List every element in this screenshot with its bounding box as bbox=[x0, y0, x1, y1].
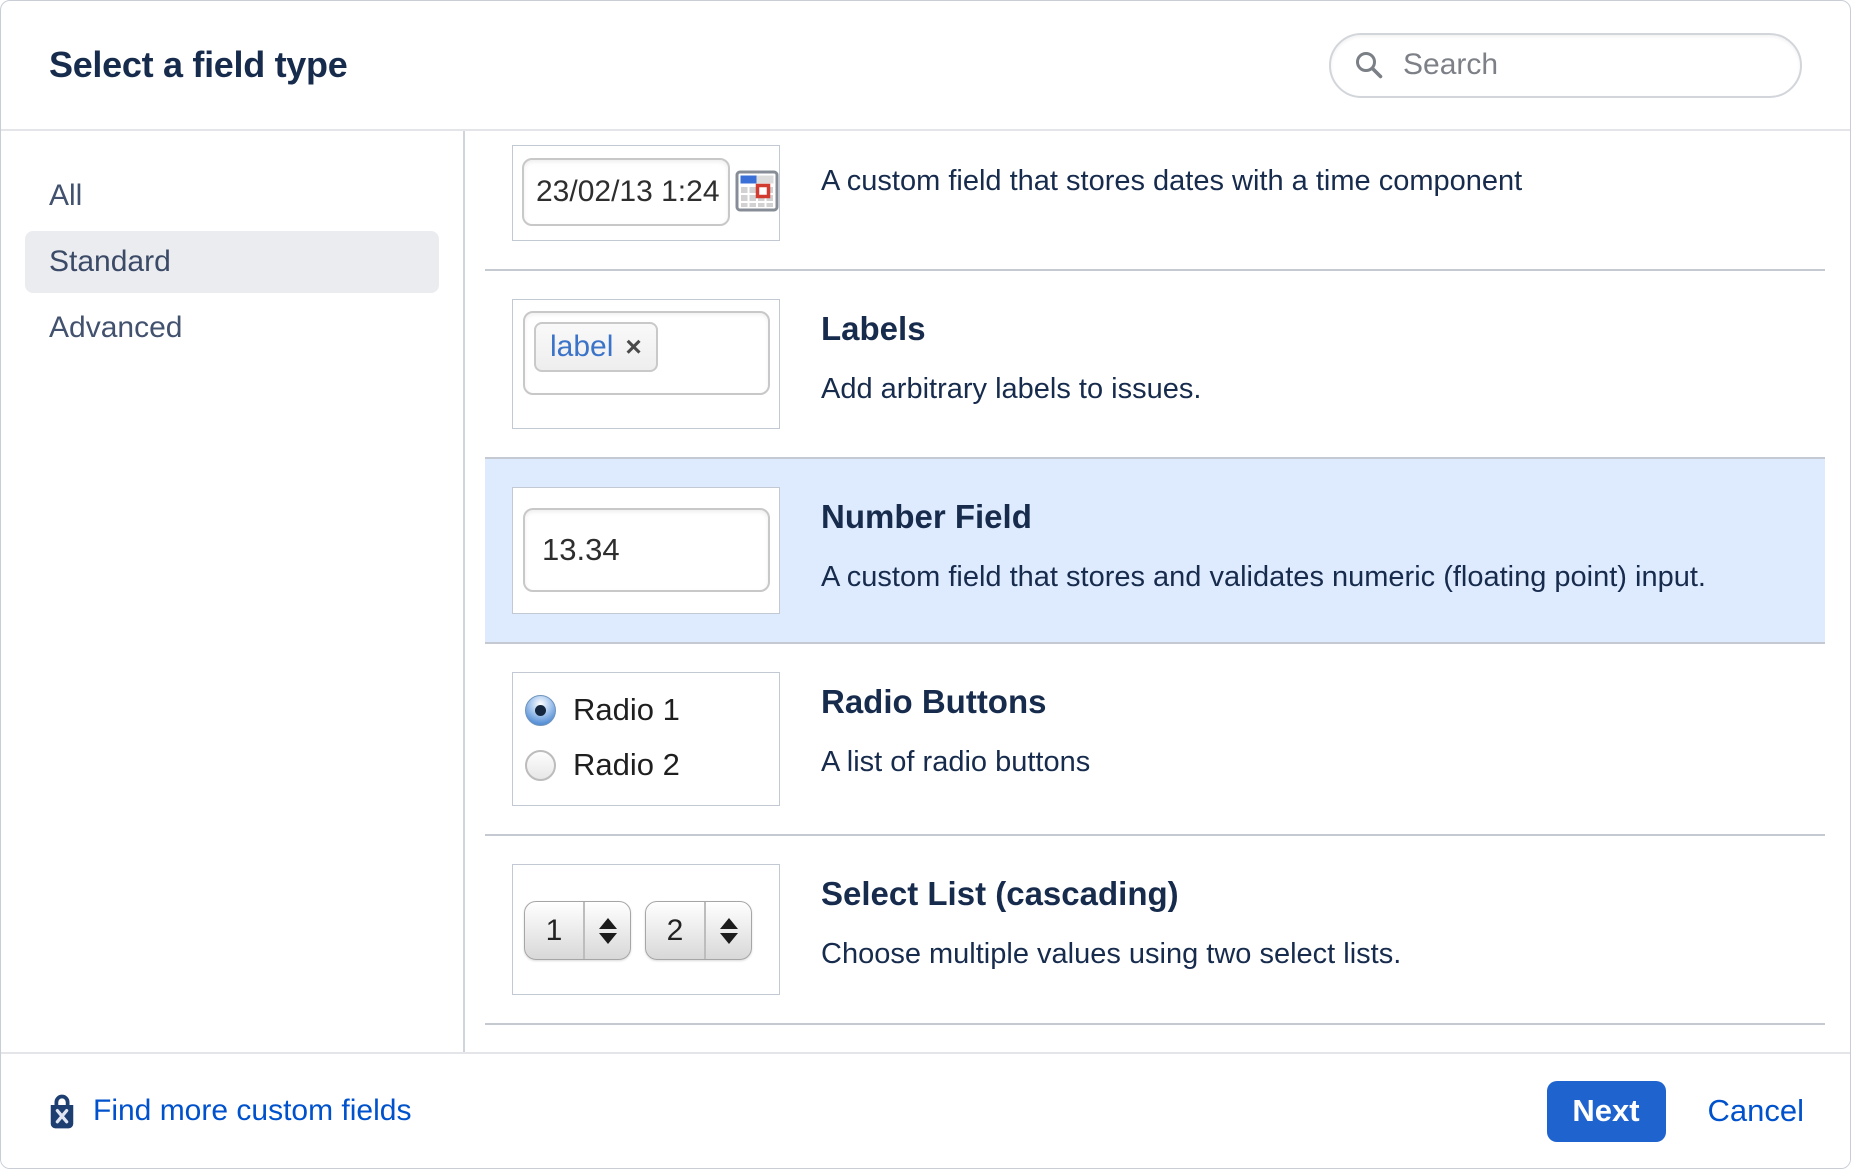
radio-unselected-icon bbox=[525, 750, 556, 781]
sidebar-item-standard[interactable]: Standard bbox=[25, 231, 439, 293]
dialog-footer: Find more custom fields Next Cancel bbox=[1, 1052, 1850, 1168]
sidebar-item-label: Advanced bbox=[49, 311, 182, 345]
field-type-description: A custom field that stores and validates… bbox=[821, 555, 1706, 599]
field-type-title: Labels bbox=[821, 309, 1201, 349]
field-type-description: Add arbitrary labels to issues. bbox=[821, 367, 1201, 411]
dialog-header: Select a field type bbox=[1, 1, 1850, 131]
field-type-row-multi-select[interactable]: Option 1 Select List (multiple choices) bbox=[485, 1023, 1825, 1052]
find-more-custom-fields-link[interactable]: Find more custom fields bbox=[47, 1093, 411, 1130]
field-type-text: Radio Buttons A list of radio buttons bbox=[821, 672, 1090, 806]
field-type-description: A custom field that stores dates with a … bbox=[821, 159, 1522, 203]
select-field-type-dialog: Select a field type All Standard Advance… bbox=[0, 0, 1851, 1169]
stepper-arrows-icon bbox=[585, 902, 630, 959]
radio-option-row: Radio 2 bbox=[525, 740, 779, 790]
radio-option-row: Radio 1 bbox=[525, 685, 779, 735]
find-more-label: Find more custom fields bbox=[93, 1094, 411, 1128]
preview-column: 1 2 bbox=[512, 864, 780, 995]
search-icon bbox=[1353, 49, 1385, 81]
stepper-value: 1 bbox=[525, 902, 583, 959]
stepper-arrows-icon bbox=[706, 902, 751, 959]
radio-option-label: Radio 2 bbox=[573, 747, 680, 783]
field-type-title: Select List (cascading) bbox=[821, 874, 1401, 914]
number-preview: 13.34 bbox=[512, 487, 780, 614]
sidebar-item-label: Standard bbox=[49, 245, 171, 279]
category-sidebar: All Standard Advanced bbox=[1, 131, 465, 1052]
field-type-list: 23/02/13 1:24 bbox=[465, 131, 1850, 1052]
radio-selected-icon bbox=[525, 695, 556, 726]
field-type-text: Number Field A custom field that stores … bbox=[821, 487, 1706, 614]
preview-column: Radio 1 Radio 2 bbox=[512, 672, 780, 806]
search-box[interactable] bbox=[1329, 33, 1802, 98]
preview-column: 13.34 bbox=[512, 487, 780, 614]
cascading-select-preview: 1 2 bbox=[512, 864, 780, 995]
labels-preview: label × bbox=[512, 299, 780, 429]
sidebar-item-all[interactable]: All bbox=[25, 165, 439, 227]
select-stepper: 1 bbox=[524, 901, 631, 960]
field-type-row-number-selected[interactable]: 13.34 Number Field A custom field that s… bbox=[485, 457, 1825, 642]
field-type-text: Select List (cascading) Choose multiple … bbox=[821, 864, 1401, 995]
field-type-text: A custom field that stores dates with a … bbox=[821, 145, 1522, 241]
footer-actions: Next Cancel bbox=[1547, 1081, 1805, 1142]
field-type-title: Radio Buttons bbox=[821, 682, 1090, 722]
radio-preview: Radio 1 Radio 2 bbox=[512, 672, 780, 806]
select-stepper: 2 bbox=[645, 901, 752, 960]
field-type-description: A list of radio buttons bbox=[821, 740, 1090, 784]
next-button[interactable]: Next bbox=[1547, 1081, 1666, 1142]
field-type-row-cascading-select[interactable]: 1 2 bbox=[485, 834, 1825, 1023]
field-type-row-radio[interactable]: Radio 1 Radio 2 Radio Buttons A list of … bbox=[485, 642, 1825, 834]
field-type-row-datetime[interactable]: 23/02/13 1:24 bbox=[485, 131, 1825, 269]
sidebar-item-label: All bbox=[49, 179, 82, 213]
datetime-preview: 23/02/13 1:24 bbox=[512, 145, 780, 241]
cancel-button[interactable]: Cancel bbox=[1708, 1093, 1805, 1129]
preview-column: 23/02/13 1:24 bbox=[512, 145, 780, 241]
labels-input-preview: label × bbox=[523, 311, 770, 395]
label-chip: label × bbox=[534, 322, 658, 372]
label-chip-text: label bbox=[550, 330, 613, 364]
sidebar-item-advanced[interactable]: Advanced bbox=[25, 297, 439, 359]
field-type-description: Choose multiple values using two select … bbox=[821, 932, 1401, 976]
datetime-input-preview: 23/02/13 1:24 bbox=[522, 158, 730, 226]
field-type-row-labels[interactable]: label × Labels Add arbitrary labels to i… bbox=[485, 269, 1825, 457]
radio-option-label: Radio 1 bbox=[573, 692, 680, 728]
calendar-icon bbox=[735, 168, 779, 217]
search-input[interactable] bbox=[1401, 47, 1786, 83]
stepper-value: 2 bbox=[646, 902, 704, 959]
field-type-text: Labels Add arbitrary labels to issues. bbox=[821, 299, 1201, 429]
preview-column: label × bbox=[512, 299, 780, 429]
field-type-title: Number Field bbox=[821, 497, 1706, 537]
remove-label-icon: × bbox=[625, 331, 641, 363]
dialog-title: Select a field type bbox=[49, 44, 347, 86]
marketplace-bag-icon bbox=[47, 1093, 77, 1130]
dialog-body: All Standard Advanced 23/02/13 1:24 bbox=[1, 131, 1850, 1052]
number-input-preview: 13.34 bbox=[523, 508, 770, 592]
